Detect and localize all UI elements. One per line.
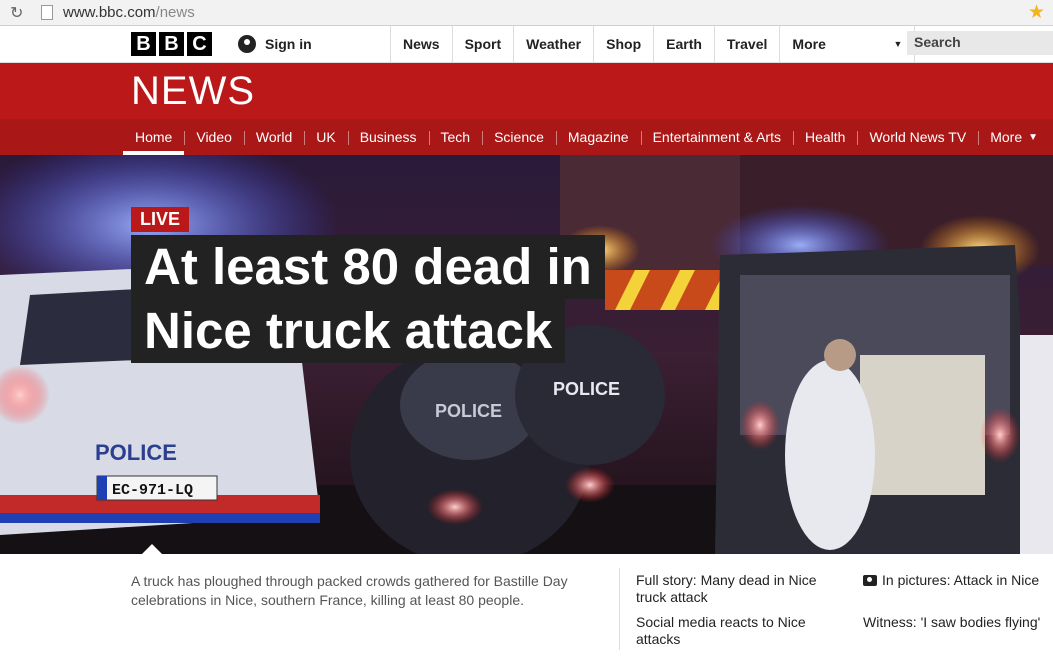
divider bbox=[619, 568, 620, 650]
headline-line-1[interactable]: At least 80 dead in bbox=[131, 235, 605, 299]
top-nav-weather[interactable]: Weather bbox=[513, 26, 593, 62]
sign-in-link[interactable]: Sign in bbox=[238, 26, 312, 62]
section-entertainment[interactable]: Entertainment & Arts bbox=[640, 119, 793, 155]
related-link-social-media[interactable]: Social media reacts to Nice attacks bbox=[636, 614, 836, 648]
live-badge: LIVE bbox=[131, 207, 190, 232]
related-link-witness[interactable]: Witness: 'I saw bodies flying' bbox=[863, 614, 1053, 631]
top-nav: News Sport Weather Shop Earth Travel Mor… bbox=[390, 26, 916, 62]
logo-letter: B bbox=[159, 32, 184, 56]
license-plate: EC-971-LQ bbox=[112, 482, 193, 499]
bbc-top-bar: B B C Sign in News Sport Weather Shop Ea… bbox=[0, 26, 1053, 63]
section-world-news-tv[interactable]: World News TV bbox=[857, 119, 978, 155]
section-nav: Home Video World UK Business Tech Scienc… bbox=[0, 119, 1053, 155]
logo-letter: B bbox=[131, 32, 156, 56]
browser-address-bar: ↻ www.bbc.com/news ★ bbox=[0, 0, 1053, 26]
page-icon bbox=[41, 5, 53, 20]
logo-letter: C bbox=[187, 32, 212, 56]
story-summary: A truck has ploughed through packed crow… bbox=[131, 573, 568, 608]
section-tech[interactable]: Tech bbox=[428, 119, 483, 155]
top-nav-shop[interactable]: Shop bbox=[593, 26, 653, 62]
url-path: /news bbox=[155, 4, 195, 21]
section-video[interactable]: Video bbox=[184, 119, 244, 155]
chevron-down-icon: ▼ bbox=[1028, 131, 1039, 143]
top-nav-more-label: More bbox=[792, 36, 826, 52]
url-host: www.bbc.com bbox=[63, 4, 156, 21]
section-science[interactable]: Science bbox=[482, 119, 556, 155]
police-vest-label: POLICE bbox=[553, 379, 620, 399]
top-nav-sport[interactable]: Sport bbox=[451, 26, 514, 62]
story-pointer bbox=[141, 544, 163, 555]
news-banner: NEWS bbox=[0, 63, 1053, 119]
section-uk[interactable]: UK bbox=[304, 119, 347, 155]
user-icon bbox=[238, 35, 256, 53]
section-home[interactable]: Home bbox=[123, 119, 185, 155]
top-nav-news[interactable]: News bbox=[390, 26, 452, 62]
section-magazine[interactable]: Magazine bbox=[555, 119, 641, 155]
camera-icon bbox=[863, 575, 877, 586]
chevron-down-icon: ▼ bbox=[893, 39, 903, 49]
section-more-label: More bbox=[990, 129, 1023, 145]
section-health[interactable]: Health bbox=[793, 119, 857, 155]
top-nav-travel[interactable]: Travel bbox=[713, 26, 779, 62]
news-logo[interactable]: NEWS bbox=[131, 69, 255, 114]
search-placeholder: Search bbox=[914, 34, 961, 50]
police-moto-label: POLICE bbox=[435, 401, 502, 421]
reload-icon[interactable]: ↻ bbox=[10, 3, 23, 23]
bbc-logo[interactable]: B B C bbox=[131, 32, 212, 56]
related-link-pictures[interactable]: In pictures: Attack in Nice bbox=[863, 572, 1053, 589]
related-link-full-story[interactable]: Full story: Many dead in Nice truck atta… bbox=[636, 572, 836, 606]
top-nav-earth[interactable]: Earth bbox=[653, 26, 714, 62]
related-link-pictures-label: In pictures: Attack in Nice bbox=[882, 572, 1040, 588]
section-world[interactable]: World bbox=[243, 119, 304, 155]
section-business[interactable]: Business bbox=[347, 119, 429, 155]
bookmark-star-icon[interactable]: ★ bbox=[1028, 1, 1045, 24]
search-input[interactable]: Search bbox=[907, 31, 1053, 55]
headline-line-2[interactable]: Nice truck attack bbox=[131, 299, 566, 363]
police-car-label: POLICE bbox=[95, 440, 177, 465]
top-nav-more[interactable]: More ▼ bbox=[779, 26, 916, 62]
sign-in-label: Sign in bbox=[265, 36, 312, 52]
url-field[interactable]: www.bbc.com/news bbox=[63, 4, 195, 21]
section-more[interactable]: More ▼ bbox=[978, 119, 1050, 155]
